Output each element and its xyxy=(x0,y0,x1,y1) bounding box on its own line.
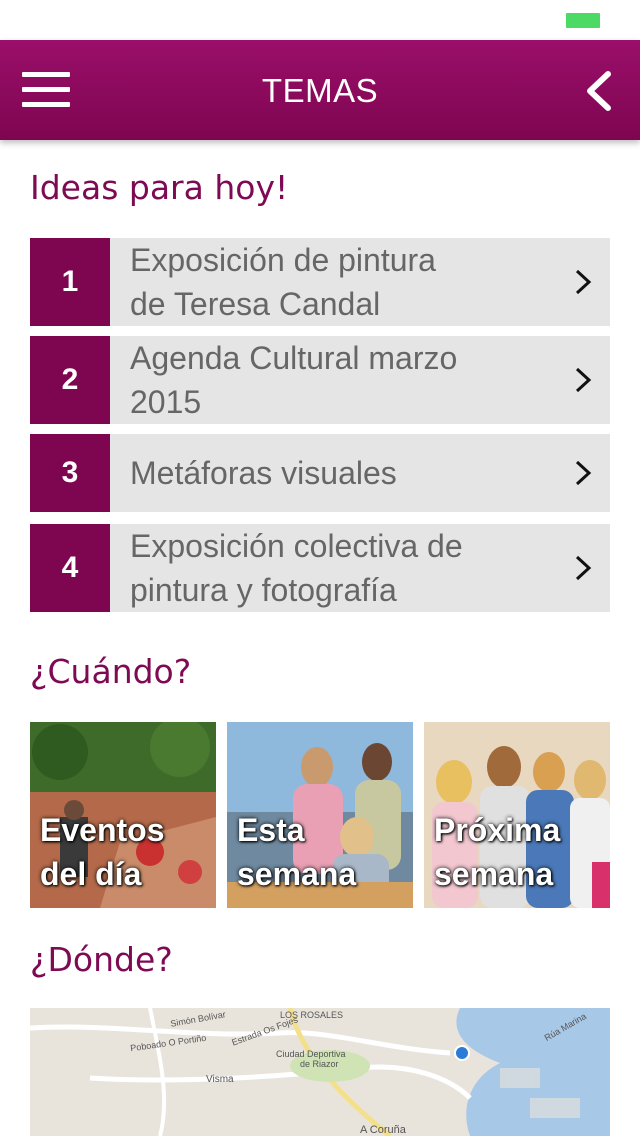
location-map[interactable]: LOS ROSALES Ciudad Deportiva de Riazor V… xyxy=(30,1008,610,1136)
tile-this-week[interactable]: Esta semana xyxy=(227,722,413,908)
idea-number: 2 xyxy=(30,336,110,424)
back-chevron-icon[interactable] xyxy=(584,70,614,112)
tile-next-week[interactable]: Próxima semana xyxy=(424,722,610,908)
idea-title: Exposición colectiva de pintura y fotogra… xyxy=(130,528,463,608)
idea-title: Metáforas visuales xyxy=(130,455,397,491)
idea-title: Exposición de pintura de Teresa Candal xyxy=(130,242,436,322)
tile-label: Eventos del día xyxy=(40,812,165,892)
map-label: A Coruña xyxy=(360,1124,406,1136)
when-heading: ¿Cuándo? xyxy=(30,652,192,691)
idea-item-1[interactable]: 1 Exposición de pintura de Teresa Candal xyxy=(30,238,610,326)
idea-number: 1 xyxy=(30,238,110,326)
tile-today-events[interactable]: Eventos del día xyxy=(30,722,216,908)
map-label: Visma xyxy=(206,1074,234,1085)
chevron-right-icon xyxy=(575,367,592,393)
when-tiles: Eventos del día Esta semana Próxima semana xyxy=(30,722,610,908)
idea-item-3[interactable]: 3 Metáforas visuales xyxy=(30,434,610,512)
nav-bar: TEMAS xyxy=(0,40,640,140)
status-bar xyxy=(0,0,640,40)
map-label: de Riazor xyxy=(300,1059,339,1069)
map-label: Ciudad Deportiva xyxy=(276,1049,346,1059)
idea-number: 3 xyxy=(30,434,110,512)
ideas-heading: Ideas para hoy! xyxy=(30,168,289,207)
idea-title: Agenda Cultural marzo 2015 xyxy=(130,340,458,420)
page-title: TEMAS xyxy=(261,72,379,109)
idea-number: 4 xyxy=(30,524,110,612)
chevron-right-icon xyxy=(575,460,592,486)
idea-item-2[interactable]: 2 Agenda Cultural marzo 2015 xyxy=(30,336,610,424)
map-canvas xyxy=(30,1008,610,1136)
chevron-right-icon xyxy=(575,269,592,295)
where-heading: ¿Dónde? xyxy=(30,940,173,979)
idea-item-4[interactable]: 4 Exposición colectiva de pintura y fotog… xyxy=(30,524,610,612)
tile-label: Próxima semana xyxy=(434,812,561,892)
chevron-right-icon xyxy=(575,555,592,581)
battery-icon xyxy=(566,13,600,28)
tile-label: Esta semana xyxy=(237,812,357,892)
